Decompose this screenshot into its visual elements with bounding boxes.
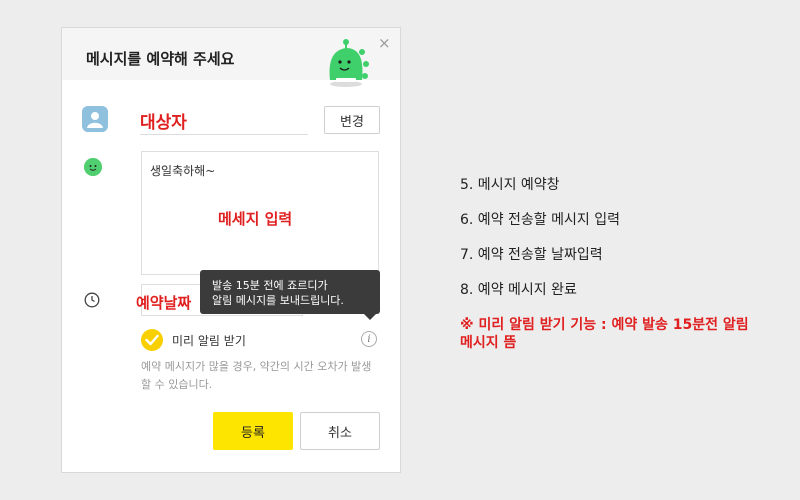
step-item: 7. 예약 전송할 날짜입력 bbox=[460, 247, 603, 263]
info-icon[interactable]: i bbox=[361, 331, 377, 347]
message-character-icon bbox=[84, 158, 102, 176]
tooltip-line-2: 알림 메시지를 보내드립니다. bbox=[212, 294, 344, 307]
close-button[interactable]: × bbox=[378, 34, 391, 52]
notify-tooltip: 발송 15분 전에 죠르디가 알림 메시지를 보내드립니다. bbox=[200, 270, 380, 314]
steps-note: ※ 미리 알림 받기 기능 : 예약 발송 15분전 알림 메시지 뜸 bbox=[460, 317, 749, 351]
clock-icon bbox=[84, 292, 100, 308]
recipient-label: 대상자 bbox=[140, 113, 187, 133]
step-item: 6. 예약 전송할 메시지 입력 bbox=[460, 212, 620, 228]
tooltip-line-1: 발송 15분 전에 죠르디가 bbox=[212, 279, 328, 292]
recipient-divider bbox=[140, 134, 308, 135]
register-button[interactable]: 등록 bbox=[213, 412, 293, 450]
notify-label: 미리 알림 받기 bbox=[172, 334, 246, 348]
recipient-avatar-icon bbox=[82, 106, 108, 132]
dialog-title: 메시지를 예약해 주세요 bbox=[86, 50, 235, 68]
message-textarea[interactable]: 생일축하해~ 메세지 입력 bbox=[141, 151, 379, 275]
message-annotation: 메세지 입력 bbox=[218, 210, 293, 228]
message-text: 생일축하해~ bbox=[150, 164, 216, 178]
change-recipient-button[interactable]: 변경 bbox=[324, 106, 380, 134]
notify-checkbox[interactable] bbox=[141, 329, 163, 351]
step-item: 5. 메시지 예약창 bbox=[460, 177, 560, 193]
date-annotation: 예약날짜 bbox=[136, 294, 192, 312]
tooltip-arrow bbox=[364, 314, 376, 320]
notice-text: 예약 메시지가 많을 경우, 약간의 시간 오차가 발생할 수 있습니다. bbox=[141, 360, 372, 391]
cancel-button[interactable]: 취소 bbox=[300, 412, 380, 450]
step-item: 8. 예약 메시지 완료 bbox=[460, 282, 577, 298]
check-icon bbox=[145, 334, 159, 346]
steps-panel: 5. 메시지 예약창 6. 예약 전송할 메시지 입력 7. 예약 전송할 날짜… bbox=[460, 176, 780, 352]
reservation-dialog: 메시지를 예약해 주세요 × 대상자 변경 생일축하해~ 메세지 입력 예약날짜… bbox=[62, 28, 400, 472]
mascot-icon bbox=[329, 39, 369, 87]
